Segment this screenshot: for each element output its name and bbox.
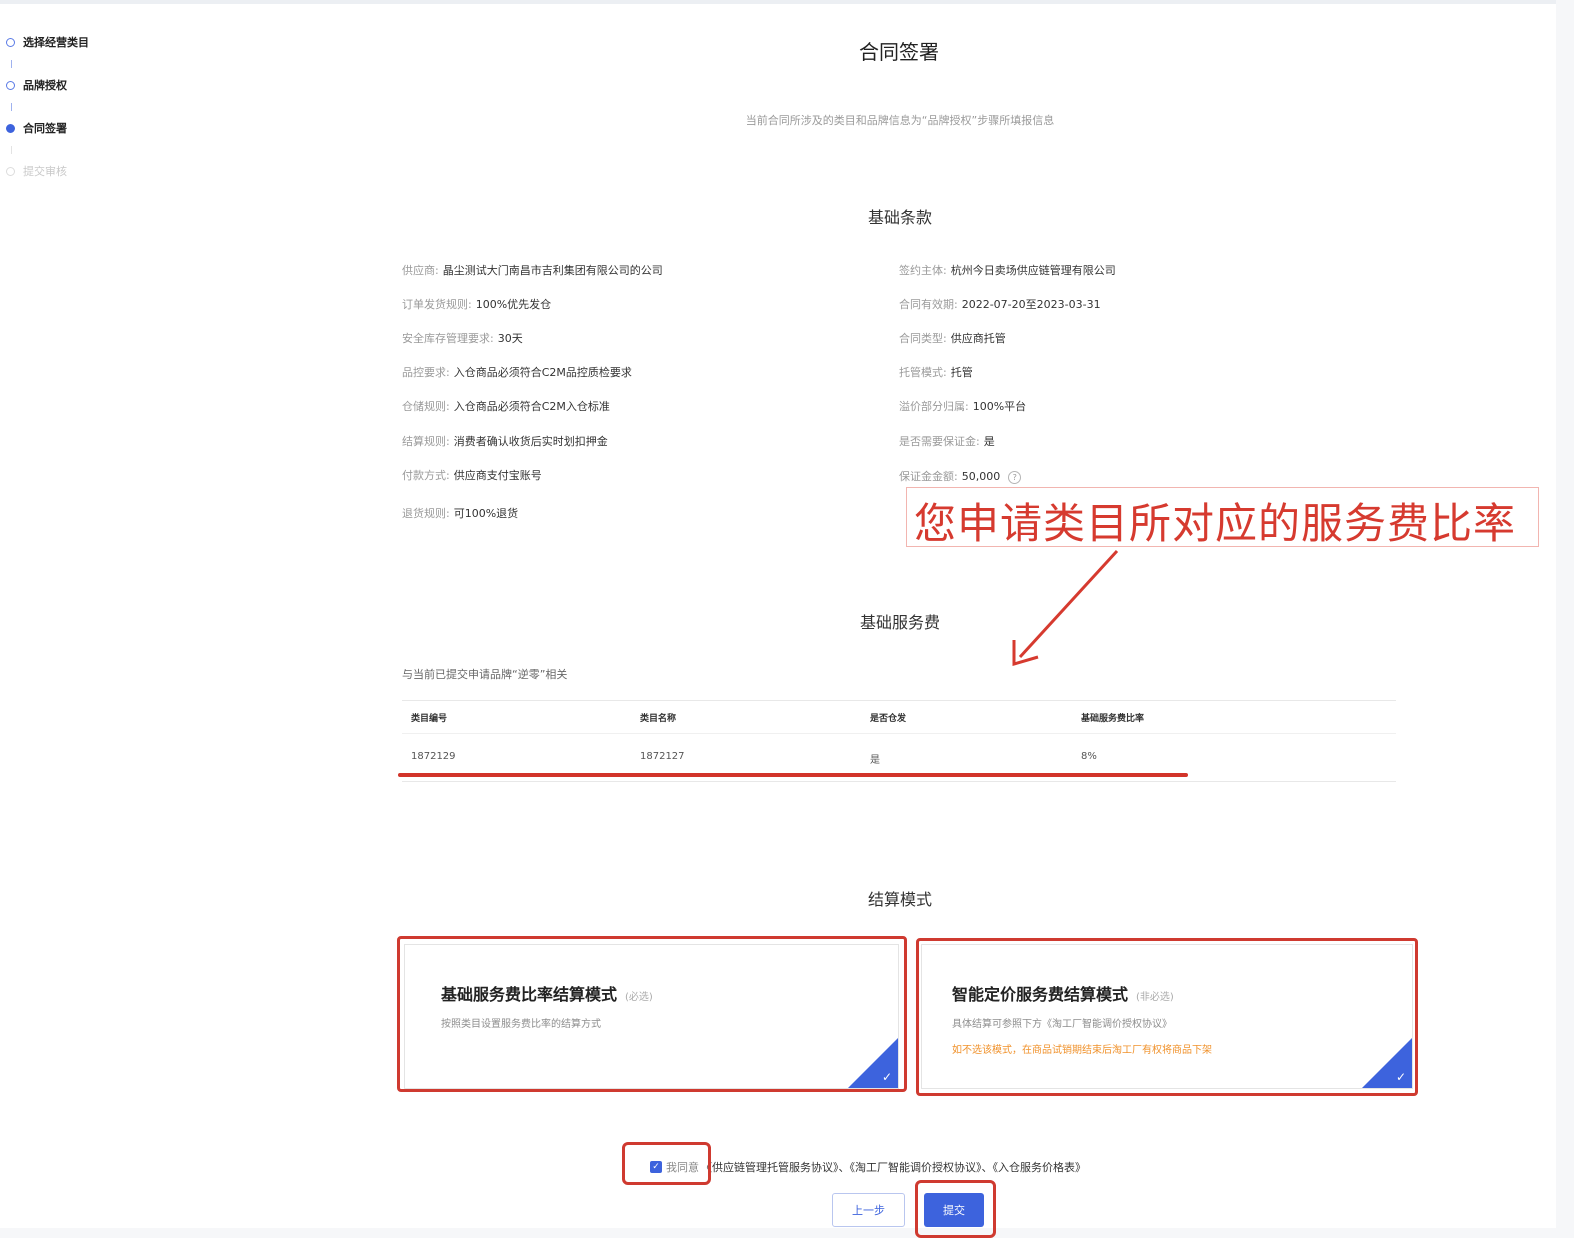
annotation-checkbox-box [622, 1142, 711, 1185]
col-category-id: 类目编号 [411, 714, 448, 724]
table-bottom-border [402, 781, 1396, 782]
col-fee-rate: 基础服务费比率 [1081, 714, 1145, 724]
col-warehouse: 是否仓发 [870, 714, 907, 724]
annotation-card-box [397, 936, 907, 1092]
cell-category-id: 1872129 [411, 751, 456, 762]
prev-step-button[interactable]: 上一步 [832, 1193, 905, 1227]
annotation-card-box [916, 938, 1418, 1096]
cell-warehouse: 是 [870, 755, 880, 766]
col-category-name: 类目名称 [640, 714, 677, 724]
agreement-row: ✓ 我同意 《供应链管理托管服务协议》、《淘工厂智能调价授权协议》、《入仓服务价… [650, 1159, 1086, 1175]
annotation-submit-box [915, 1180, 996, 1238]
cell-fee-rate: 8% [1081, 751, 1097, 762]
service-fee-title: 基础服务费 [859, 613, 940, 632]
annotation-underline [398, 773, 1188, 777]
settlement-title: 结算模式 [867, 890, 932, 909]
table-row-divider [402, 733, 1396, 734]
service-fee-related: 与当前已提交申请品牌“逆零”相关 [402, 668, 568, 681]
agreement-doc-links[interactable]: 《供应链管理托管服务协议》、《淘工厂智能调价授权协议》、《入仓服务价格表》 [701, 1159, 1086, 1175]
table-top-border [402, 700, 1396, 701]
cell-category-name: 1872127 [640, 751, 685, 762]
